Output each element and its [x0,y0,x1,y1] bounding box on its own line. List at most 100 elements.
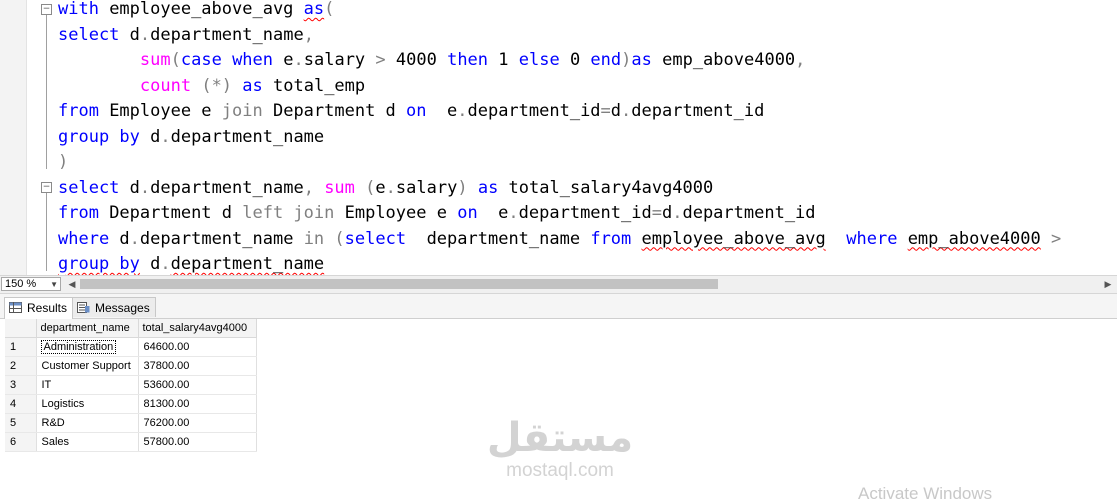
code-token: emp_above4000 [907,228,1041,249]
code-token: d [610,101,622,121]
code-token: . [508,203,519,223]
row-number[interactable]: 6 [5,432,37,452]
code-line[interactable]: with employee_above_avg as( [58,0,334,22]
code-token: ) [457,177,468,198]
code-token: Employee e [334,203,458,223]
code-token: d [139,126,161,147]
horizontal-scrollbar-thumb[interactable] [80,279,718,289]
code-line[interactable]: from Employee e join Department d on e.d… [58,99,764,124]
code-line[interactable]: select d.department_name, [58,23,314,48]
code-token: e [477,203,509,223]
code-token: on [406,101,427,121]
code-token: left join [242,203,335,223]
code-token: (*) [201,75,233,96]
cell-total-salary[interactable]: 76200.00 [138,413,257,433]
table-row[interactable]: 6 Sales 57800.00 [5,432,257,452]
code-token: . [160,126,171,147]
fold-minus-icon[interactable]: − [41,4,52,15]
code-token: , [795,50,806,70]
tab-messages-label: Messages [95,301,150,315]
tab-results-label: Results [27,301,68,315]
sql-editor[interactable]: − − with employee_above_avg as(select d.… [0,0,1117,275]
code-token: 0 [559,50,591,70]
cell-total-salary[interactable]: 64600.00 [138,337,257,357]
row-number[interactable]: 2 [5,356,37,376]
column-header-department-name[interactable]: department_name [36,319,139,338]
zoom-select[interactable]: 150 % ▼ [1,277,61,291]
code-token: total_emp [262,75,366,96]
cell-total-salary[interactable]: 53600.00 [138,375,257,395]
code-token: department_name [139,228,304,249]
table-row[interactable]: 4 Logistics 81300.00 [5,394,257,414]
code-token: join [221,101,263,121]
messages-icon [77,302,90,313]
cell-department-name[interactable]: R&D [36,413,139,433]
fold-minus-icon[interactable]: − [41,182,52,193]
code-token: d [139,254,161,274]
code-token: . [457,101,468,121]
code-line[interactable]: group by d.department_name [58,125,324,150]
code-token: on [457,203,478,223]
row-number[interactable]: 3 [5,375,37,395]
code-token: . [621,101,632,121]
triangle-left-icon[interactable]: ◀ [66,277,78,291]
row-number-header[interactable] [5,319,37,338]
tab-results[interactable]: Results [4,297,74,319]
code-token: department_name [170,126,325,147]
code-token: . [672,203,683,223]
table-row[interactable]: 1 Administration 64600.00 [5,337,257,357]
code-token: department_id [467,101,601,121]
code-line[interactable]: group by d.department_name [58,252,324,275]
cell-total-salary[interactable]: 81300.00 [138,394,257,414]
code-token: ( [170,50,181,70]
code-line[interactable]: from Department d left join Employee e o… [58,201,816,226]
fold-line [46,193,47,271]
column-header-total-salary[interactable]: total_salary4avg4000 [138,319,257,338]
cell-department-name[interactable]: Sales [36,432,139,452]
code-line[interactable]: select d.department_name, sum (e.salary)… [58,176,713,201]
code-token: select [58,24,120,45]
code-token: group by [58,126,140,147]
code-token: . [129,228,140,249]
code-token: ) [58,152,69,172]
code-token: Employee e [98,101,222,121]
code-token: with [58,0,99,19]
chevron-down-icon[interactable]: ▼ [50,278,58,291]
table-row[interactable]: 5 R&D 76200.00 [5,413,257,433]
code-token: Department d [98,203,243,223]
triangle-right-icon[interactable]: ▶ [1102,277,1114,291]
cell-total-salary[interactable]: 57800.00 [138,432,257,452]
zoom-scroll-bar: 150 % ▼ ◀ ▶ [0,275,1117,294]
code-token: . [139,177,151,198]
code-line[interactable]: where d.department_name in (select depar… [58,227,1061,252]
table-row[interactable]: 2 Customer Support 37800.00 [5,356,257,376]
selected-cell-text: Administration [40,340,117,354]
code-token: else [518,50,560,70]
code-line[interactable]: ) [58,150,68,175]
row-number[interactable]: 5 [5,413,37,433]
code-token: department_id [518,203,652,223]
code-token: , [303,24,314,45]
cell-department-name[interactable]: Administration [36,337,139,357]
code-token: = [651,203,662,223]
row-number[interactable]: 4 [5,394,37,414]
code-token: d [119,24,140,45]
cell-department-name[interactable]: Customer Support [36,356,139,376]
code-token: d [661,203,673,223]
row-number[interactable]: 1 [5,337,37,357]
code-line[interactable]: sum(case when e.salary > 4000 then 1 els… [58,48,806,73]
code-line[interactable]: count (*) as total_emp [58,74,365,99]
cell-total-salary[interactable]: 37800.00 [138,356,257,376]
tab-messages[interactable]: Messages [72,297,156,317]
code-token: sum [139,50,171,70]
code-token: , [303,177,314,198]
cell-department-name[interactable]: IT [36,375,139,395]
code-token: as [631,50,652,70]
cell-department-name[interactable]: Logistics [36,394,139,414]
table-row[interactable]: 3 IT 53600.00 [5,375,257,395]
